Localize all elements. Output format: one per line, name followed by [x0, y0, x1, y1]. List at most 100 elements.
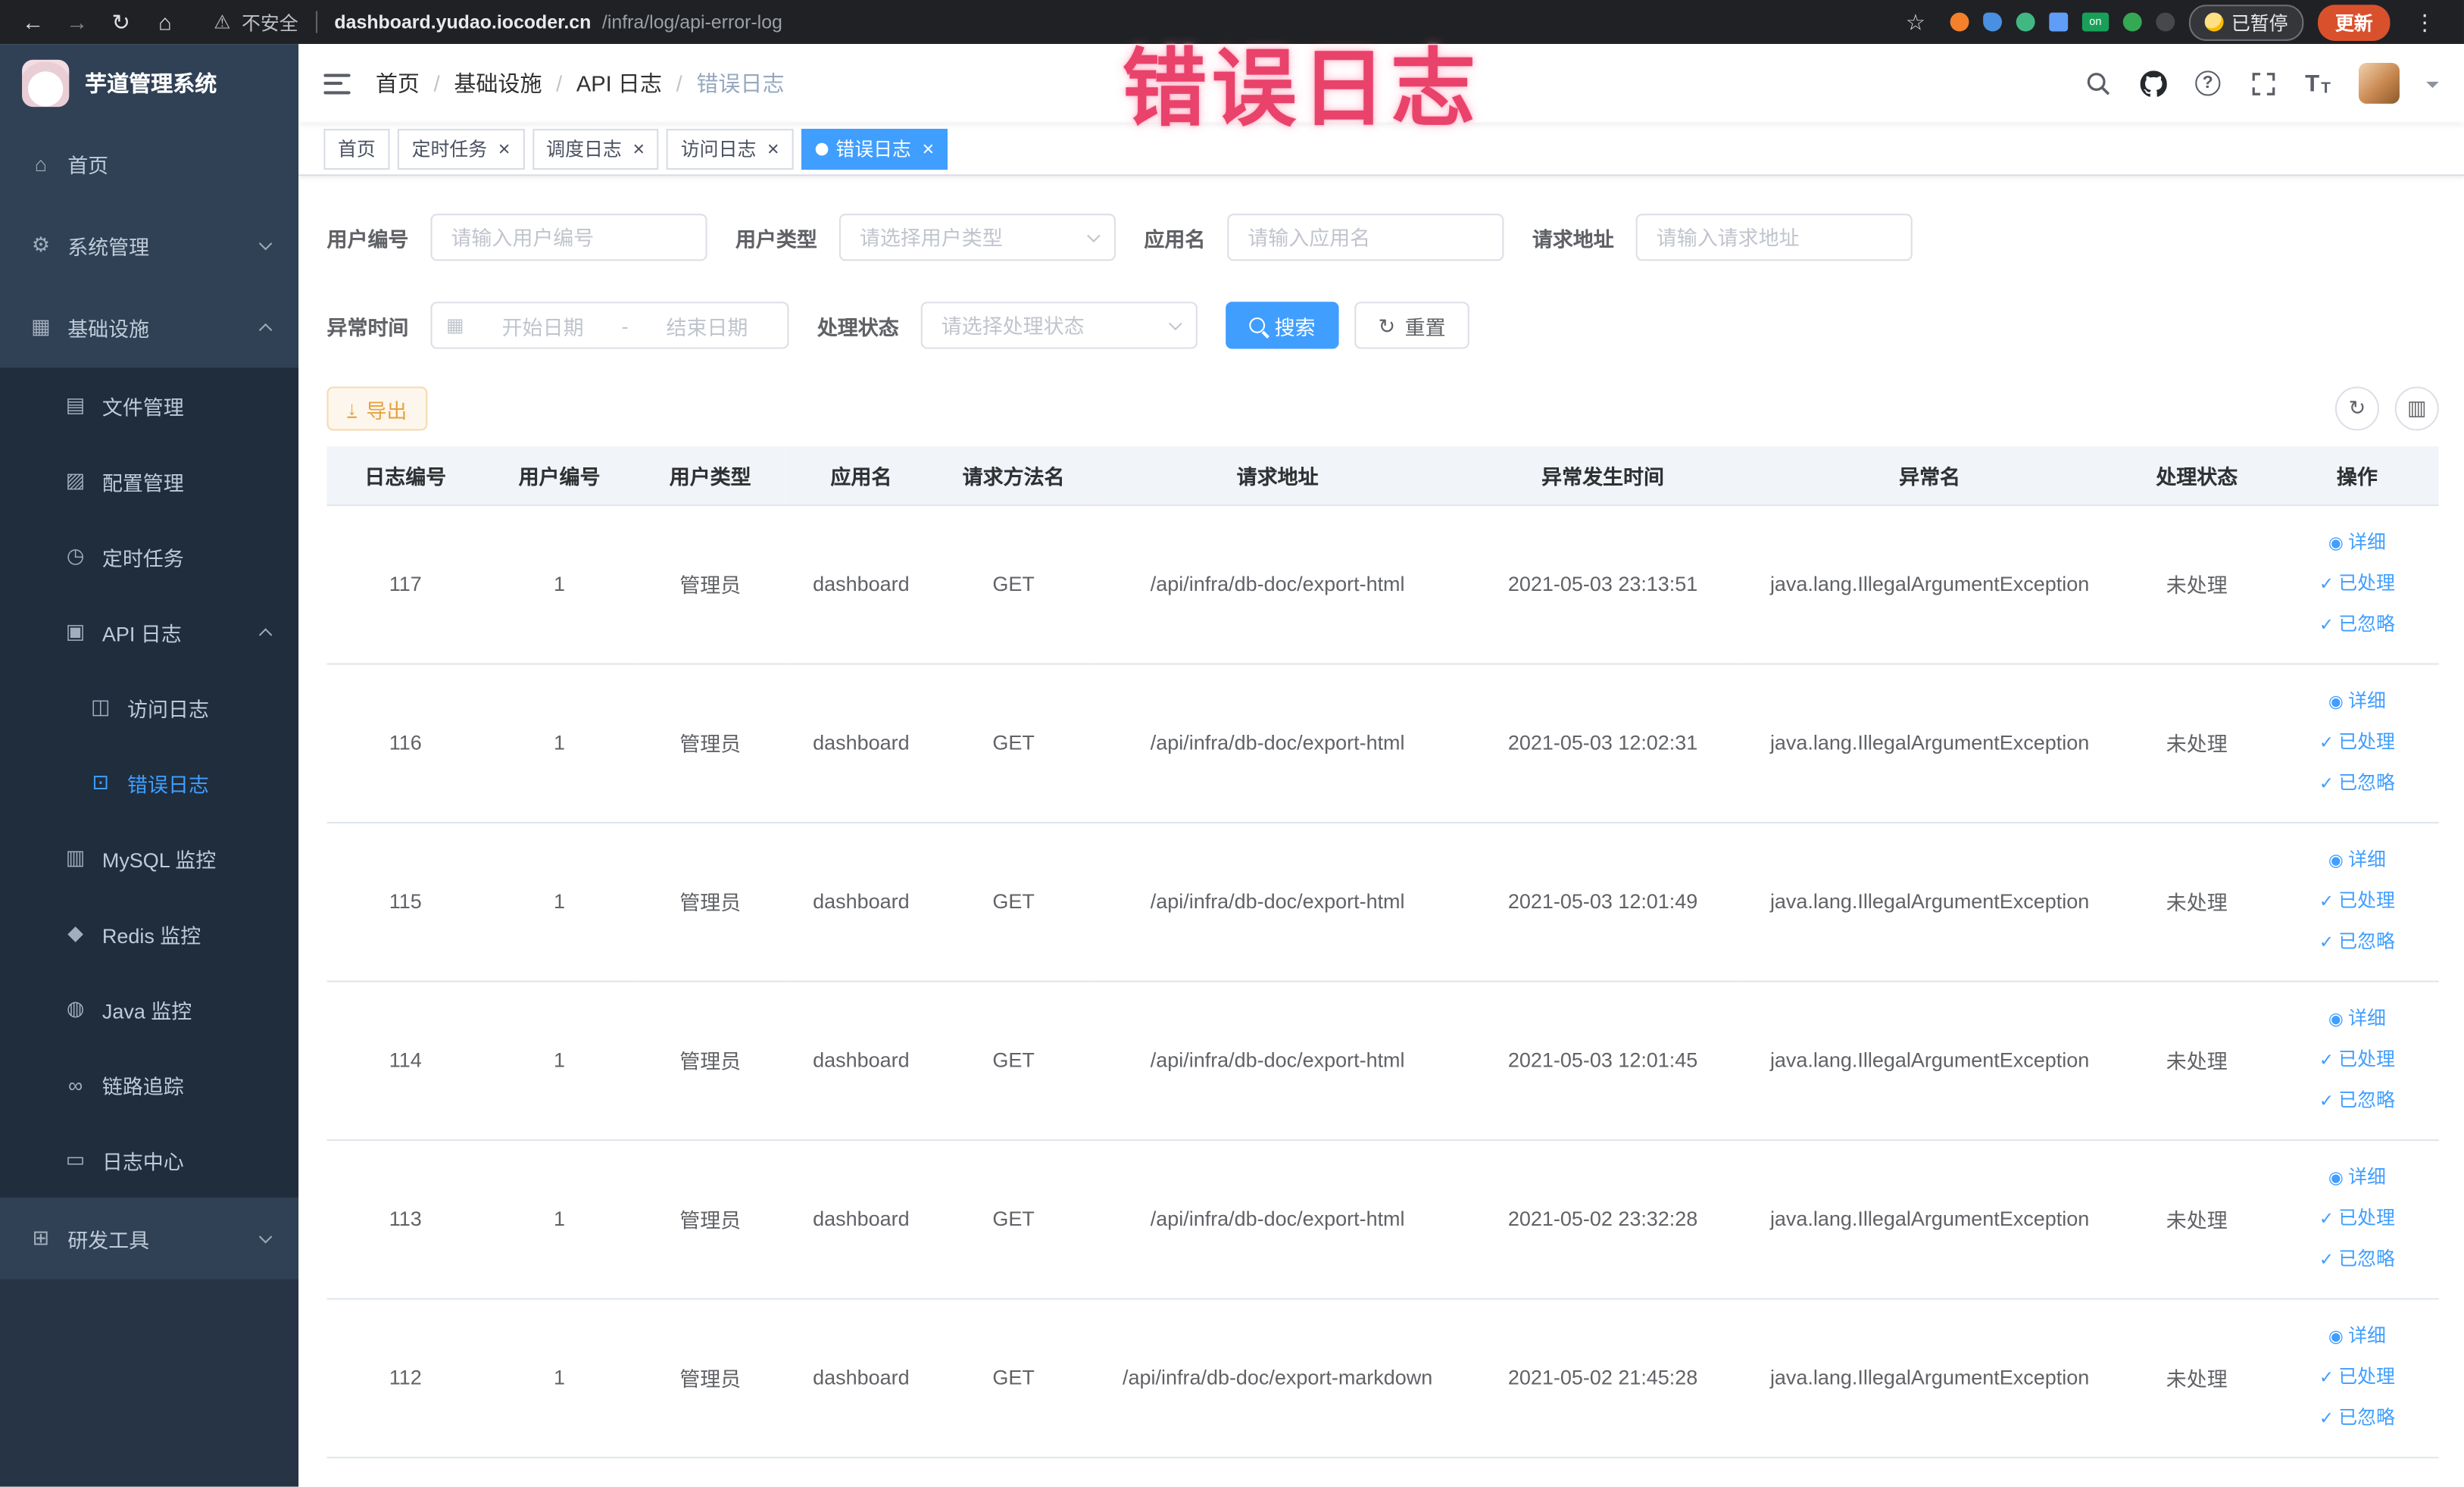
extension-icon-3[interactable]	[2016, 12, 2035, 32]
processed-link[interactable]: ✓ 已处理	[2281, 881, 2432, 922]
extension-icon-1[interactable]	[1950, 12, 1969, 32]
github-icon[interactable]	[2139, 69, 2167, 97]
eye-icon: ◉	[2328, 851, 2344, 870]
download-icon: ↓	[347, 396, 357, 419]
extension-icon-6[interactable]	[2122, 12, 2142, 32]
request-url-input[interactable]	[1635, 214, 1913, 261]
detail-link[interactable]: ◉ 详细	[2281, 681, 2432, 722]
processed-link[interactable]: ✓ 已处理	[2281, 722, 2432, 763]
sidebar-item-file-mgmt[interactable]: ▤ 文件管理	[0, 367, 298, 443]
update-button[interactable]: 更新	[2318, 4, 2391, 40]
tab-job-log[interactable]: 调度日志 ×	[532, 128, 659, 170]
close-icon[interactable]: ×	[922, 139, 934, 159]
ignored-link[interactable]: ✓ 已忽略	[2281, 763, 2432, 804]
reload-icon[interactable]: ↻	[101, 8, 142, 35]
ignored-link[interactable]: ✓ 已忽略	[2281, 1080, 2432, 1121]
sidebar-item-system-mgmt[interactable]: ⚙ 系统管理	[0, 205, 298, 286]
avatar[interactable]	[2358, 62, 2400, 104]
chevron-down-icon	[258, 1229, 273, 1243]
processed-link[interactable]: ✓ 已处理	[2281, 1357, 2432, 1398]
sidebar-item-mysql-monitor[interactable]: ▥ MySQL 监控	[0, 820, 298, 896]
search-button[interactable]: 搜索	[1226, 301, 1339, 349]
status-select[interactable]	[920, 301, 1198, 349]
java-icon: ◍	[66, 996, 85, 1020]
back-icon[interactable]: ←	[13, 9, 54, 34]
status-select-input[interactable]	[920, 301, 1198, 349]
sidebar-item-config-mgmt[interactable]: ▨ 配置管理	[0, 443, 298, 519]
export-button[interactable]: ↓ 导出	[326, 386, 428, 431]
refresh-table-button[interactable]: ↻	[2334, 386, 2379, 431]
reset-refresh-icon: ↻	[1378, 313, 1396, 338]
column-settings-button[interactable]: ▥	[2394, 386, 2439, 431]
user-type-select[interactable]	[839, 214, 1116, 261]
sidebar-item-java-monitor[interactable]: ◍ Java 监控	[0, 971, 298, 1047]
user-id-input[interactable]	[430, 214, 707, 261]
detail-link[interactable]: ◉ 详细	[2281, 523, 2432, 564]
collapse-sidebar-icon[interactable]	[323, 73, 351, 94]
detail-link[interactable]: ◉ 详细	[2281, 840, 2432, 881]
sidebar-item-scheduled-jobs[interactable]: ◷ 定时任务	[0, 519, 298, 595]
cell-status: 未处理	[2118, 504, 2276, 664]
close-icon[interactable]: ×	[767, 139, 779, 159]
extension-icon-2[interactable]	[1983, 12, 2002, 32]
tab-scheduled-jobs[interactable]: 定时任务 ×	[397, 128, 525, 170]
tab-home[interactable]: 首页	[323, 128, 390, 170]
tab-access-log[interactable]: 访问日志 ×	[667, 128, 794, 170]
ignored-link[interactable]: ✓ 已忽略	[2281, 1398, 2432, 1439]
sidebar-item-dev-tools[interactable]: ⊞ 研发工具	[0, 1198, 298, 1279]
detail-link[interactable]: ◉ 详细	[2281, 1316, 2432, 1357]
cell-log-id: 114	[326, 980, 484, 1141]
tab-error-log[interactable]: 错误日志 ×	[801, 128, 948, 170]
sidebar-item-redis-monitor[interactable]: ◆ Redis 监控	[0, 896, 298, 972]
bookmark-star-icon[interactable]: ☆	[1895, 8, 1936, 35]
breadcrumb-api-log[interactable]: API 日志	[576, 67, 662, 98]
extension-icon-7[interactable]	[2156, 12, 2175, 32]
extension-icon-5[interactable]: on	[2081, 12, 2110, 32]
close-icon[interactable]: ×	[498, 139, 511, 159]
sidebar-item-log-center[interactable]: ▭ 日志中心	[0, 1122, 298, 1198]
detail-link[interactable]: ◉ 详细	[2281, 998, 2432, 1039]
close-icon[interactable]: ×	[632, 139, 645, 159]
sidebar-item-access-log[interactable]: ◫ 访问日志	[0, 670, 298, 745]
sidebar-item-error-log[interactable]: ⊡ 错误日志	[0, 745, 298, 820]
col-request-url: 请求地址	[1090, 446, 1465, 505]
ignored-link[interactable]: ✓ 已忽略	[2281, 922, 2432, 963]
processed-link[interactable]: ✓ 已处理	[2281, 564, 2432, 604]
check-icon: ✓	[2319, 1250, 2334, 1270]
sidebar-item-tracing[interactable]: ∞ 链路追踪	[0, 1047, 298, 1123]
breadcrumb-infrastructure[interactable]: 基础设施	[454, 67, 542, 98]
processed-link[interactable]: ✓ 已处理	[2281, 1198, 2432, 1239]
sidebar-item-home[interactable]: ⌂ 首页	[0, 123, 298, 205]
search-icon[interactable]	[2084, 69, 2112, 97]
browser-home-icon[interactable]: ⌂	[145, 9, 186, 34]
sidebar: 芋道管理系统 ⌂ 首页 ⚙ 系统管理 ▦ 基础设施 ▤ 文件管理 ▨ 配置管理 …	[0, 44, 299, 1487]
font-size-icon[interactable]: TT	[2303, 69, 2331, 97]
table-row: 114 1 管理员 dashboard GET /api/infra/db-do…	[326, 980, 2439, 1141]
tab-label: 首页	[338, 138, 376, 161]
logo[interactable]: 芋道管理系统	[0, 44, 298, 123]
ignored-link[interactable]: ✓ 已忽略	[2281, 604, 2432, 645]
fullscreen-icon[interactable]	[2249, 69, 2277, 97]
detail-link[interactable]: ◉ 详细	[2281, 1157, 2432, 1198]
home-icon: ⌂	[34, 152, 48, 176]
processed-link[interactable]: ✓ 已处理	[2281, 1039, 2432, 1080]
reset-button[interactable]: ↻ 重置	[1354, 301, 1469, 349]
cell-user-id: 1	[483, 504, 636, 664]
sidebar-item-label: 访问日志	[127, 697, 209, 721]
eye-icon: ◉	[2328, 692, 2344, 711]
browser-menu-kebab-icon[interactable]: ⋮	[2404, 8, 2445, 35]
address-bar[interactable]: ⚠ 不安全 dashboard.yudao.iocoder.cn/infra/l…	[189, 8, 1892, 35]
extension-icon-4[interactable]	[2049, 12, 2069, 32]
sidebar-item-api-log[interactable]: ▣ API 日志	[0, 594, 298, 670]
user-type-select-input[interactable]	[839, 214, 1116, 261]
help-icon[interactable]: ?	[2194, 69, 2222, 97]
forward-icon[interactable]: →	[57, 9, 98, 34]
sidebar-item-infrastructure[interactable]: ▦ 基础设施	[0, 286, 298, 368]
avatar-dropdown-caret-icon[interactable]	[2426, 80, 2439, 94]
date-range-picker[interactable]: ▦ 开始日期 - 结束日期	[430, 301, 789, 349]
breadcrumb-home[interactable]: 首页	[376, 67, 420, 98]
paused-badge[interactable]: 已暂停	[2188, 4, 2304, 40]
check-icon: ✓	[2319, 1050, 2334, 1070]
app-name-input[interactable]	[1227, 214, 1504, 261]
ignored-link[interactable]: ✓ 已忽略	[2281, 1239, 2432, 1280]
